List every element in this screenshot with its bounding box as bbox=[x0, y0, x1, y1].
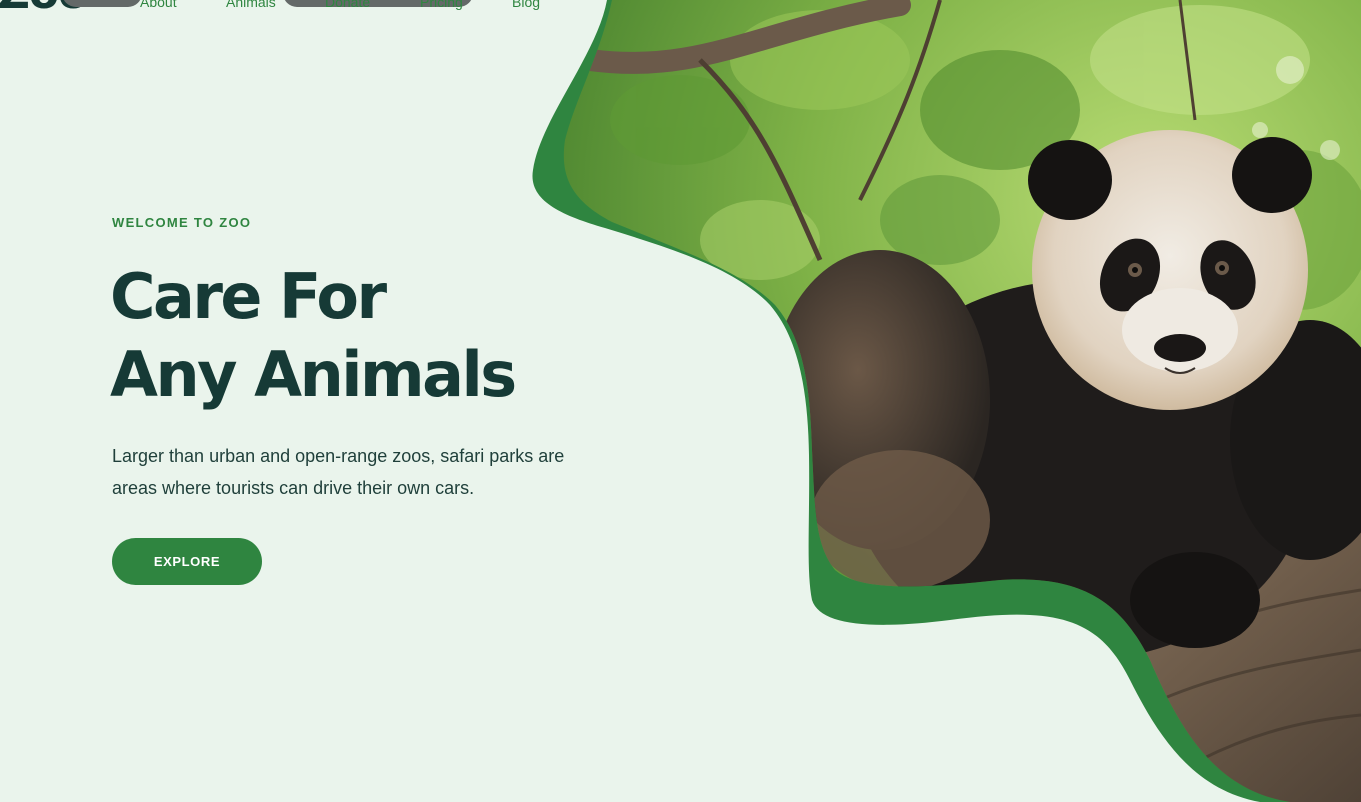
nav-link-donate[interactable]: Donate bbox=[325, 0, 370, 10]
landing-page: Zoo About Animals Donate Pricing Blog WE… bbox=[0, 0, 1361, 802]
hero-headline-line-1: Care For bbox=[110, 260, 387, 333]
hero-eyebrow: WELCOME TO ZOO bbox=[112, 215, 252, 230]
explore-button[interactable]: EXPLORE bbox=[112, 538, 262, 585]
nav-link-about[interactable]: About bbox=[140, 0, 177, 10]
nav-link-blog[interactable]: Blog bbox=[512, 0, 540, 10]
nav-highlight-shape bbox=[62, 0, 142, 7]
hero-description: Larger than urban and open-range zoos, s… bbox=[112, 446, 565, 498]
hero-headline: Care For Any Animals bbox=[110, 258, 517, 414]
nav-link-pricing[interactable]: Pricing bbox=[420, 0, 463, 10]
nav-link-animals[interactable]: Animals bbox=[226, 0, 276, 10]
hero-headline-line-2: Any Animals bbox=[110, 338, 517, 411]
